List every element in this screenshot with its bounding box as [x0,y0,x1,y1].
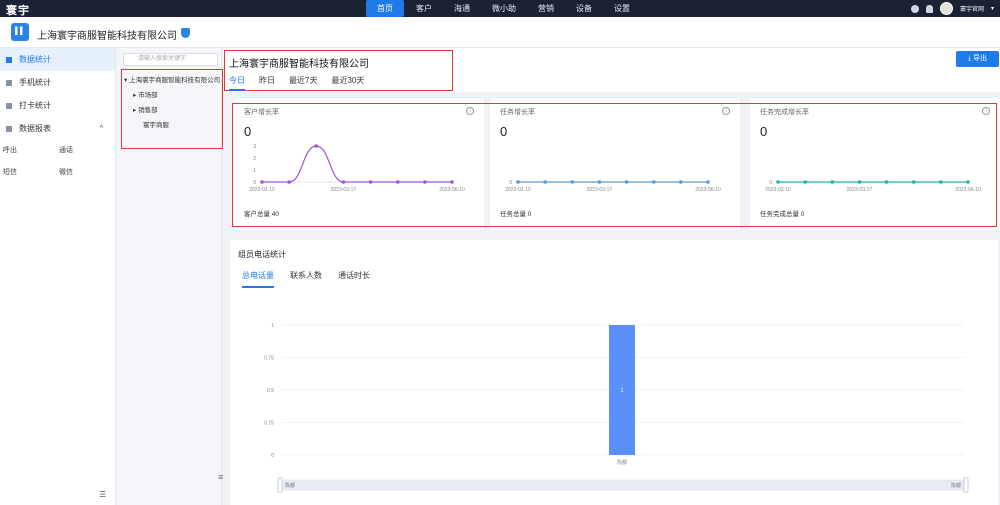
date-tab-1[interactable]: 昨日 [259,75,275,91]
call-tab-1[interactable]: 联系人数 [290,270,322,288]
call-stats-card: 组员电话统计 总电话量 联系人数 通话时长 1 0.75 0.5 0.25 0 1 陈都 陈都 陈都 [230,240,998,505]
sidebar-subitem[interactable]: 短信 [0,162,56,184]
sidebar-item-label: 手机统计 [19,78,51,87]
chart-icon [6,125,12,132]
call-stats-tabs: 总电话量 联系人数 通话时长 [242,270,386,288]
company-logo-icon: ▌▌ [11,23,29,41]
nav-item-5[interactable]: 设备 [566,0,602,17]
sidebar: 数据统计手机统计打卡统计数据报表 ^ 呼出 通话 短信 微信 ☰ [0,48,116,505]
nav-item-6[interactable]: 设置 [604,0,640,17]
zoom-slider-left-label: 陈都 [285,482,295,489]
sidebar-item-3[interactable]: 数据报表 ^ [0,117,115,140]
export-button[interactable]: ⤓ 导出 [956,51,999,67]
top-navigation-bar: 寰宇 首页 客户 海通 微小助 营销 设备 设置 寰宇官网 ▾ [0,0,1000,17]
chart-icon [6,56,12,63]
nav-item-1[interactable]: 客户 [406,0,442,17]
chevron-up-icon[interactable]: ^ [100,117,103,140]
main-nav: 首页 客户 海通 微小助 营销 设备 设置 [366,0,642,17]
sidebar-item-0[interactable]: 数据统计 [0,48,115,71]
sidebar-item-2[interactable]: 打卡统计 [0,94,115,117]
sidebar-subitem[interactable]: 通话 [56,140,112,162]
sidebar-subrow: 短信 微信 [0,162,115,184]
user-name[interactable]: 寰宇官网 [960,4,984,13]
org-tree-panel: 请输入搜索关键字 ▾ 上海寰宇商服智能科技有限公司 ▸ 市场部 ▸ 销售部 寰宇… [117,48,223,505]
top-right-tools: 寰宇官网 ▾ [910,2,994,15]
tree-node-dept[interactable]: ▸ 市场部 [133,89,158,99]
call-stats-title: 组员电话统计 [238,250,286,259]
sidebar-item-label: 数据报表 [19,124,51,133]
zoom-slider-track[interactable] [279,479,967,491]
tree-node-dept[interactable]: 寰宇商服 [143,119,169,129]
app-logo-text: 寰宇 [6,5,30,17]
sidebar-item-label: 打卡统计 [19,101,51,110]
date-tab-2[interactable]: 最近7天 [289,75,317,91]
sidebar-item-1[interactable]: 手机统计 [0,71,115,94]
date-range-tabs: 今日 昨日 最近7天 最近30天 [229,75,378,91]
date-tab-3[interactable]: 最近30天 [331,75,364,91]
bar-data-label: 1 [621,388,624,394]
help-icon[interactable] [910,4,919,13]
y-tick-label: 0.5 [267,388,274,394]
panel-resize-handle[interactable]: ≡ [218,472,223,482]
zoom-slider-right-label: 陈都 [951,482,961,489]
call-stats-chart: 10.750.50.2501陈都陈都 陈都 [264,323,969,493]
y-tick-label: 0.25 [264,421,274,427]
sidebar-item-label: 数据统计 [19,55,51,64]
tree-node-root[interactable]: ▾ 上海寰宇商服智能科技有限公司 [124,74,220,84]
sidebar-subrow: 呼出 通话 [0,140,115,162]
zoom-slider-left-handle[interactable] [277,477,283,493]
nav-item-3[interactable]: 微小助 [482,0,526,17]
chevron-down-icon[interactable]: ▾ [991,5,994,12]
tree-node-label: 销售部 [138,107,158,114]
bell-icon[interactable] [925,4,933,13]
collapse-sidebar-icon[interactable]: ☰ [99,490,106,499]
company-bar: ▌▌ 上海寰宇商服智能科技有限公司 [0,17,1000,48]
tree-node-label: 市场部 [138,92,158,99]
page-title: 上海寰宇商服智能科技有限公司 [229,59,369,70]
tree-node-label: 上海寰宇商服智能科技有限公司 [129,77,221,84]
y-tick-label: 0.75 [264,356,274,362]
tree-search-input[interactable]: 请输入搜索关键字 [123,53,218,66]
x-tick-label: 陈都 [617,459,627,466]
export-button-label: 导出 [973,55,988,62]
y-tick-label: 1 [271,323,274,329]
chart-icon [6,79,12,86]
zoom-slider-right-handle[interactable] [963,477,969,493]
metrics-highlight [232,103,997,227]
date-tab-0[interactable]: 今日 [229,75,245,91]
nav-item-2[interactable]: 海通 [444,0,480,17]
sidebar-subitem[interactable]: 微信 [56,162,112,184]
call-tab-2[interactable]: 通话时长 [338,270,370,288]
verified-shield-icon [181,28,190,38]
nav-item-4[interactable]: 营销 [528,0,564,17]
tree-node-label: 寰宇商服 [143,122,169,129]
nav-item-0[interactable]: 首页 [366,0,404,17]
y-tick-label: 0 [271,453,274,459]
sidebar-subitem[interactable]: 呼出 [0,140,56,162]
main-content: 上海寰宇商服智能科技有限公司 今日 昨日 最近7天 最近30天 ⤓ 导出 客户增长率 i… [224,48,1000,505]
call-tab-0[interactable]: 总电话量 [242,270,274,288]
app-logo[interactable]: 寰宇 [6,2,30,18]
chart-icon [6,102,12,109]
tree-node-dept[interactable]: ▸ 销售部 [133,104,158,114]
company-name: 上海寰宇商服智能科技有限公司 [37,31,177,42]
avatar[interactable] [939,2,953,15]
heading-card: 上海寰宇商服智能科技有限公司 今日 昨日 最近7天 最近30天 ⤓ 导出 [224,48,1000,92]
